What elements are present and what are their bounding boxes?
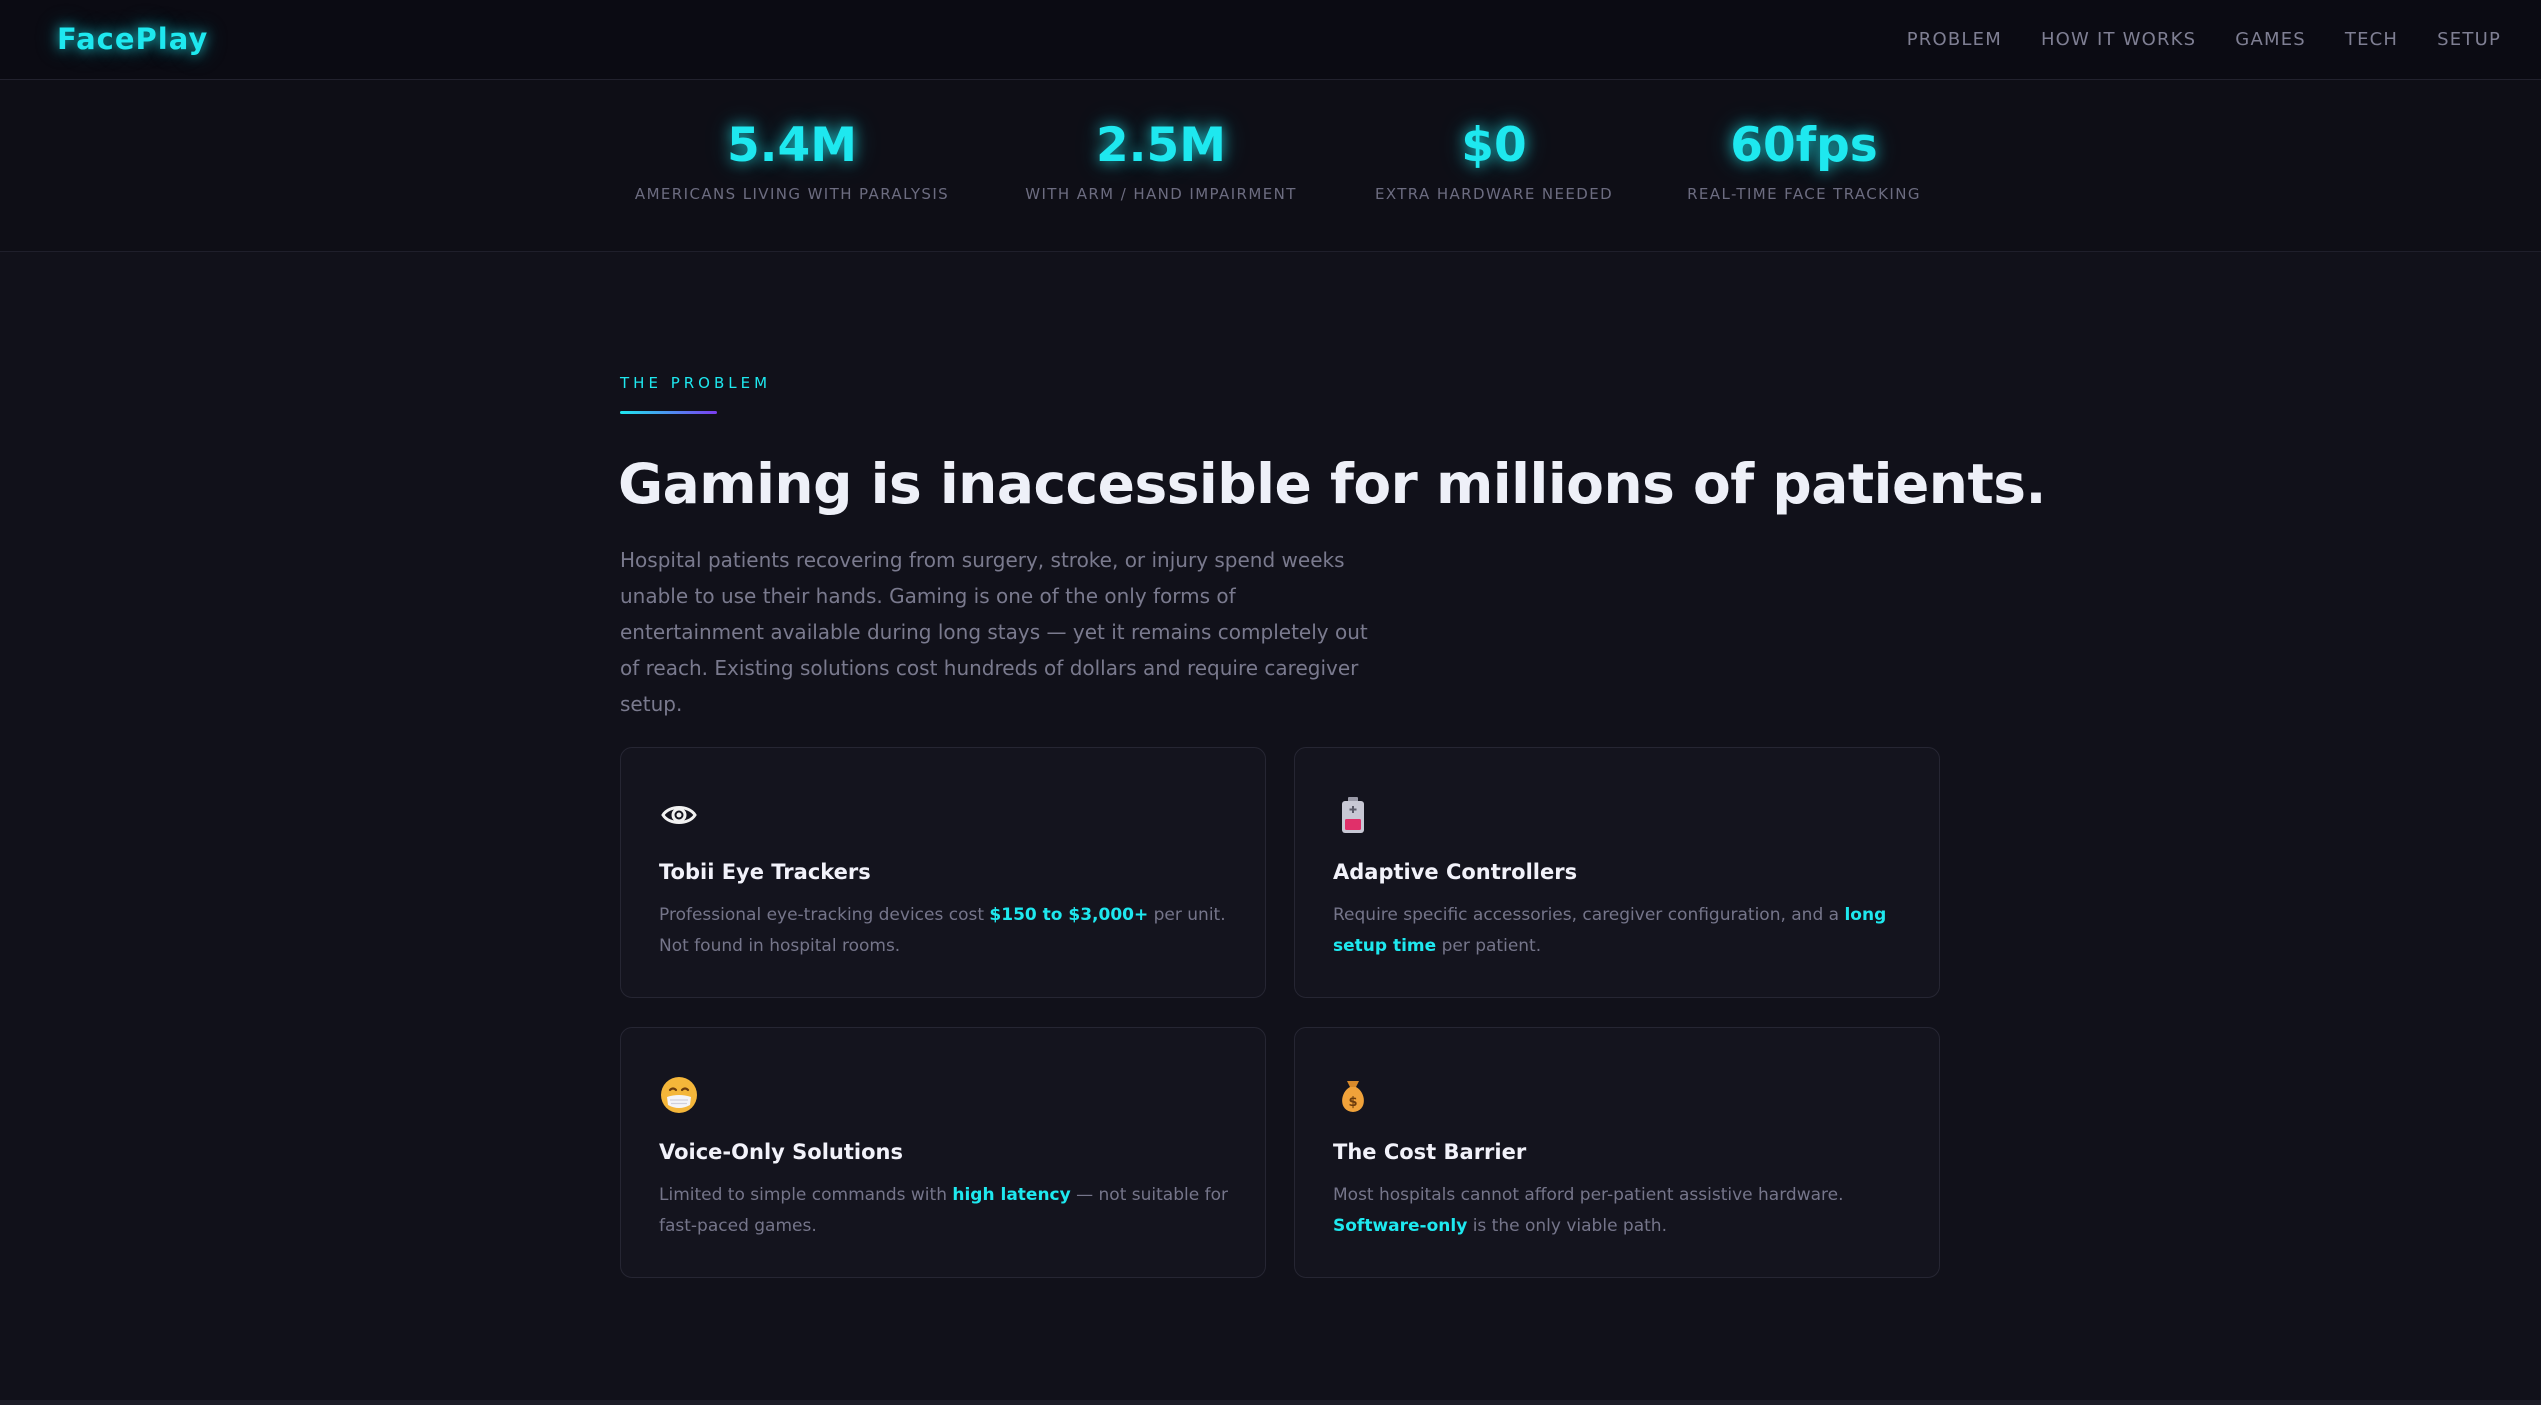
card-highlight: $150 to $3,000+ — [989, 905, 1149, 925]
stat-frame-rate: 60fps REAL-TIME FACE TRACKING — [1687, 122, 1921, 203]
top-navbar: FacePlay PROBLEM HOW IT WORKS GAMES TECH… — [0, 0, 2541, 80]
face-mask-icon — [659, 1075, 699, 1115]
card-cost-barrier: $ The Cost Barrier Most hospitals cannot… — [1294, 1027, 1940, 1278]
stat-hand-impairment: 2.5M WITH ARM / HAND IMPAIRMENT — [1025, 122, 1297, 203]
card-body: Most hospitals cannot afford per-patient… — [1333, 1180, 1913, 1242]
card-body: Professional eye-tracking devices cost $… — [659, 900, 1239, 962]
svg-text:$: $ — [1348, 1095, 1357, 1110]
stat-paralysis: 5.4M AMERICANS LIVING WITH PARALYSIS — [635, 122, 949, 203]
card-body: Require specific accessories, caregiver … — [1333, 900, 1913, 962]
section-headline: Gaming is inaccessible for millions of p… — [618, 452, 2046, 516]
card-body: Limited to simple commands with high lat… — [659, 1180, 1239, 1242]
stat-label: AMERICANS LIVING WITH PARALYSIS — [634, 185, 950, 203]
section-eyebrow: THE PROBLEM — [620, 374, 772, 392]
eyebrow-underline — [620, 411, 717, 414]
nav-links: PROBLEM HOW IT WORKS GAMES TECH SETUP — [1907, 29, 2501, 50]
money-bag-icon: $ — [1333, 1075, 1373, 1115]
nav-link-problem[interactable]: PROBLEM — [1907, 29, 2002, 50]
stat-value: 5.4M — [726, 118, 858, 173]
stat-value: $0 — [1461, 118, 1527, 173]
card-eye-trackers: Tobii Eye Trackers Professional eye-trac… — [620, 747, 1266, 998]
stat-value: 2.5M — [1095, 118, 1227, 173]
eye-icon — [659, 795, 699, 835]
card-voice-only: Voice-Only Solutions Limited to simple c… — [620, 1027, 1266, 1278]
stat-hardware-cost: $0 EXTRA HARDWARE NEEDED — [1375, 122, 1613, 203]
nav-link-tech[interactable]: TECH — [2345, 29, 2398, 50]
card-text: Most hospitals cannot afford per-patient… — [1333, 1185, 1844, 1205]
card-text: per patient. — [1436, 936, 1542, 956]
card-highlight: high latency — [952, 1185, 1071, 1205]
stat-label: REAL-TIME FACE TRACKING — [1687, 185, 1921, 203]
card-highlight: Software-only — [1333, 1216, 1468, 1236]
nav-link-how-it-works[interactable]: HOW IT WORKS — [2041, 29, 2196, 50]
card-adaptive-controllers: Adaptive Controllers Require specific ac… — [1294, 747, 1940, 998]
section-divider — [0, 1400, 2541, 1405]
nav-link-setup[interactable]: SETUP — [2437, 29, 2501, 50]
card-text: is the only viable path. — [1467, 1216, 1667, 1236]
stats-bar: 5.4M AMERICANS LIVING WITH PARALYSIS 2.5… — [0, 80, 2541, 252]
card-title: Tobii Eye Trackers — [659, 860, 871, 884]
section-lead: Hospital patients recovering from surger… — [620, 548, 1368, 716]
card-title: Voice-Only Solutions — [659, 1140, 903, 1164]
nav-link-games[interactable]: GAMES — [2235, 29, 2306, 50]
card-text: Professional eye-tracking devices cost — [659, 905, 990, 925]
stat-label: WITH ARM / HAND IMPAIRMENT — [1025, 185, 1297, 203]
battery-icon — [1333, 795, 1373, 835]
logo[interactable]: FacePlay — [57, 22, 208, 56]
stat-value: 60fps — [1730, 118, 1878, 173]
stat-label: EXTRA HARDWARE NEEDED — [1374, 185, 1614, 203]
card-title: Adaptive Controllers — [1333, 860, 1578, 884]
card-title: The Cost Barrier — [1333, 1140, 1527, 1164]
card-text: Require specific accessories, caregiver … — [1333, 905, 1845, 925]
card-text: Limited to simple commands with — [659, 1185, 953, 1205]
